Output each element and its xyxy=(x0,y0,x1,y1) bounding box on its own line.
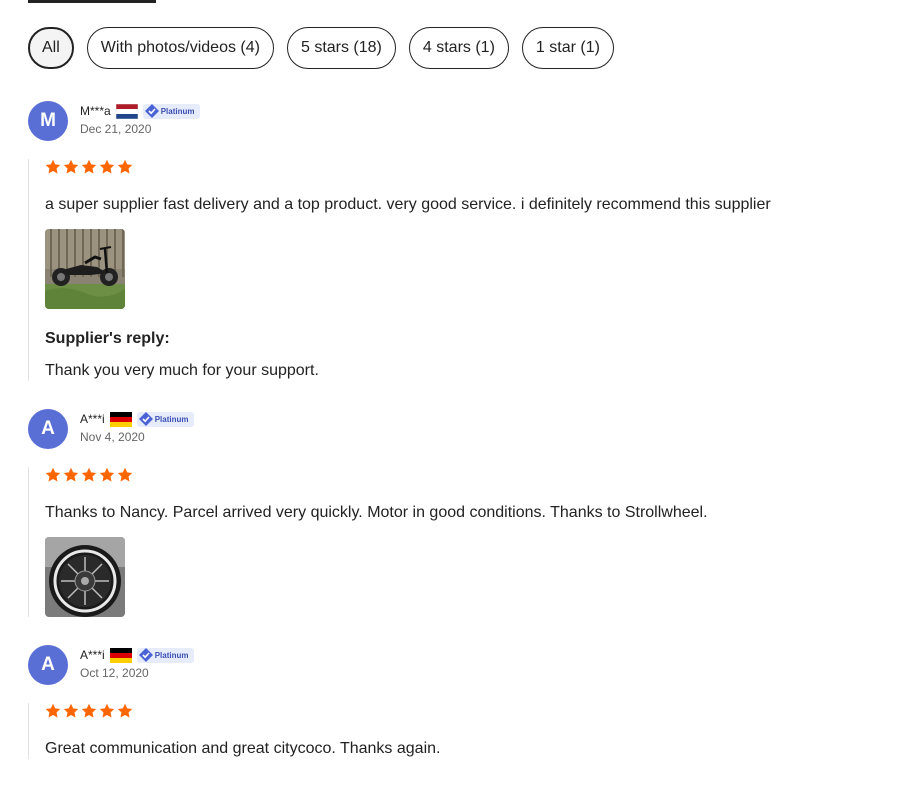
filter-5-stars-chip[interactable]: 5 stars (18) xyxy=(286,27,396,69)
star-rating xyxy=(45,159,888,177)
supplier-reply-title: Supplier's reply: xyxy=(45,330,170,347)
badge-label: Platinum xyxy=(154,650,189,660)
tab-active-underline xyxy=(28,0,156,3)
star-icon xyxy=(99,159,115,174)
germany-flag-icon xyxy=(109,411,132,427)
star-icon xyxy=(81,467,97,482)
filter-all-chip[interactable]: All xyxy=(28,27,74,69)
filter-photos-videos-chip[interactable]: With photos/videos (4) xyxy=(86,27,274,69)
reviewer-name: A***i xyxy=(80,412,105,426)
review-filters: All With photos/videos (4) 5 stars (18) … xyxy=(28,27,614,69)
review-header: A A***i Platinum Oct 12, 2020 xyxy=(28,645,888,687)
star-rating xyxy=(45,467,888,485)
review-item: A A***i Platinum Nov 4, 2020 Thanks to N… xyxy=(28,409,888,617)
star-icon xyxy=(117,467,133,482)
star-icon xyxy=(45,467,61,482)
review-item: M M***a Platinum Dec 21, 2020 a super su… xyxy=(28,101,888,381)
review-body: a super supplier fast delivery and a top… xyxy=(28,159,888,381)
star-icon xyxy=(117,703,133,718)
star-icon xyxy=(99,467,115,482)
filter-4-stars-chip[interactable]: 4 stars (1) xyxy=(408,27,509,69)
avatar: A xyxy=(28,645,68,685)
scooter-photo-thumbnail[interactable] xyxy=(45,229,125,309)
review-date: Nov 4, 2020 xyxy=(80,430,145,444)
badge-label: Platinum xyxy=(154,414,189,424)
reviewer-info: A***i Platinum xyxy=(80,410,195,428)
verified-diamond-icon xyxy=(138,411,153,426)
review-date: Dec 21, 2020 xyxy=(80,122,152,136)
review-body: Great communication and great citycoco. … xyxy=(28,703,888,759)
star-icon xyxy=(63,467,79,482)
star-icon xyxy=(45,159,61,174)
motor-wheel-photo-thumbnail[interactable] xyxy=(45,537,125,617)
membership-badge: Platinum xyxy=(136,411,195,427)
germany-flag-icon xyxy=(109,647,132,663)
reviewer-name: A***i xyxy=(80,648,105,662)
review-item: A A***i Platinum Oct 12, 2020 Great comm… xyxy=(28,645,888,759)
review-body: Thanks to Nancy. Parcel arrived very qui… xyxy=(28,467,888,617)
star-rating xyxy=(45,703,888,721)
star-icon xyxy=(99,703,115,718)
star-icon xyxy=(63,159,79,174)
verified-diamond-icon xyxy=(144,103,159,118)
avatar: M xyxy=(28,101,68,141)
star-icon xyxy=(117,159,133,174)
avatar: A xyxy=(28,409,68,449)
filter-1-star-chip[interactable]: 1 star (1) xyxy=(521,27,614,69)
review-text: Thanks to Nancy. Parcel arrived very qui… xyxy=(45,504,708,521)
reviewer-name: M***a xyxy=(80,104,111,118)
review-header: A A***i Platinum Nov 4, 2020 xyxy=(28,409,888,451)
badge-label: Platinum xyxy=(160,106,195,116)
membership-badge: Platinum xyxy=(136,647,195,663)
supplier-reply-text: Thank you very much for your support. xyxy=(45,362,319,379)
review-text: Great communication and great citycoco. … xyxy=(45,740,441,757)
star-icon xyxy=(81,703,97,718)
netherlands-flag-icon xyxy=(115,103,138,119)
verified-diamond-icon xyxy=(138,647,153,662)
star-icon xyxy=(81,159,97,174)
star-icon xyxy=(45,703,61,718)
star-icon xyxy=(63,703,79,718)
review-header: M M***a Platinum Dec 21, 2020 xyxy=(28,101,888,143)
review-text: a super supplier fast delivery and a top… xyxy=(45,196,771,213)
membership-badge: Platinum xyxy=(142,103,201,119)
reviewer-info: M***a Platinum xyxy=(80,102,201,120)
reviewer-info: A***i Platinum xyxy=(80,646,195,664)
review-date: Oct 12, 2020 xyxy=(80,666,149,680)
